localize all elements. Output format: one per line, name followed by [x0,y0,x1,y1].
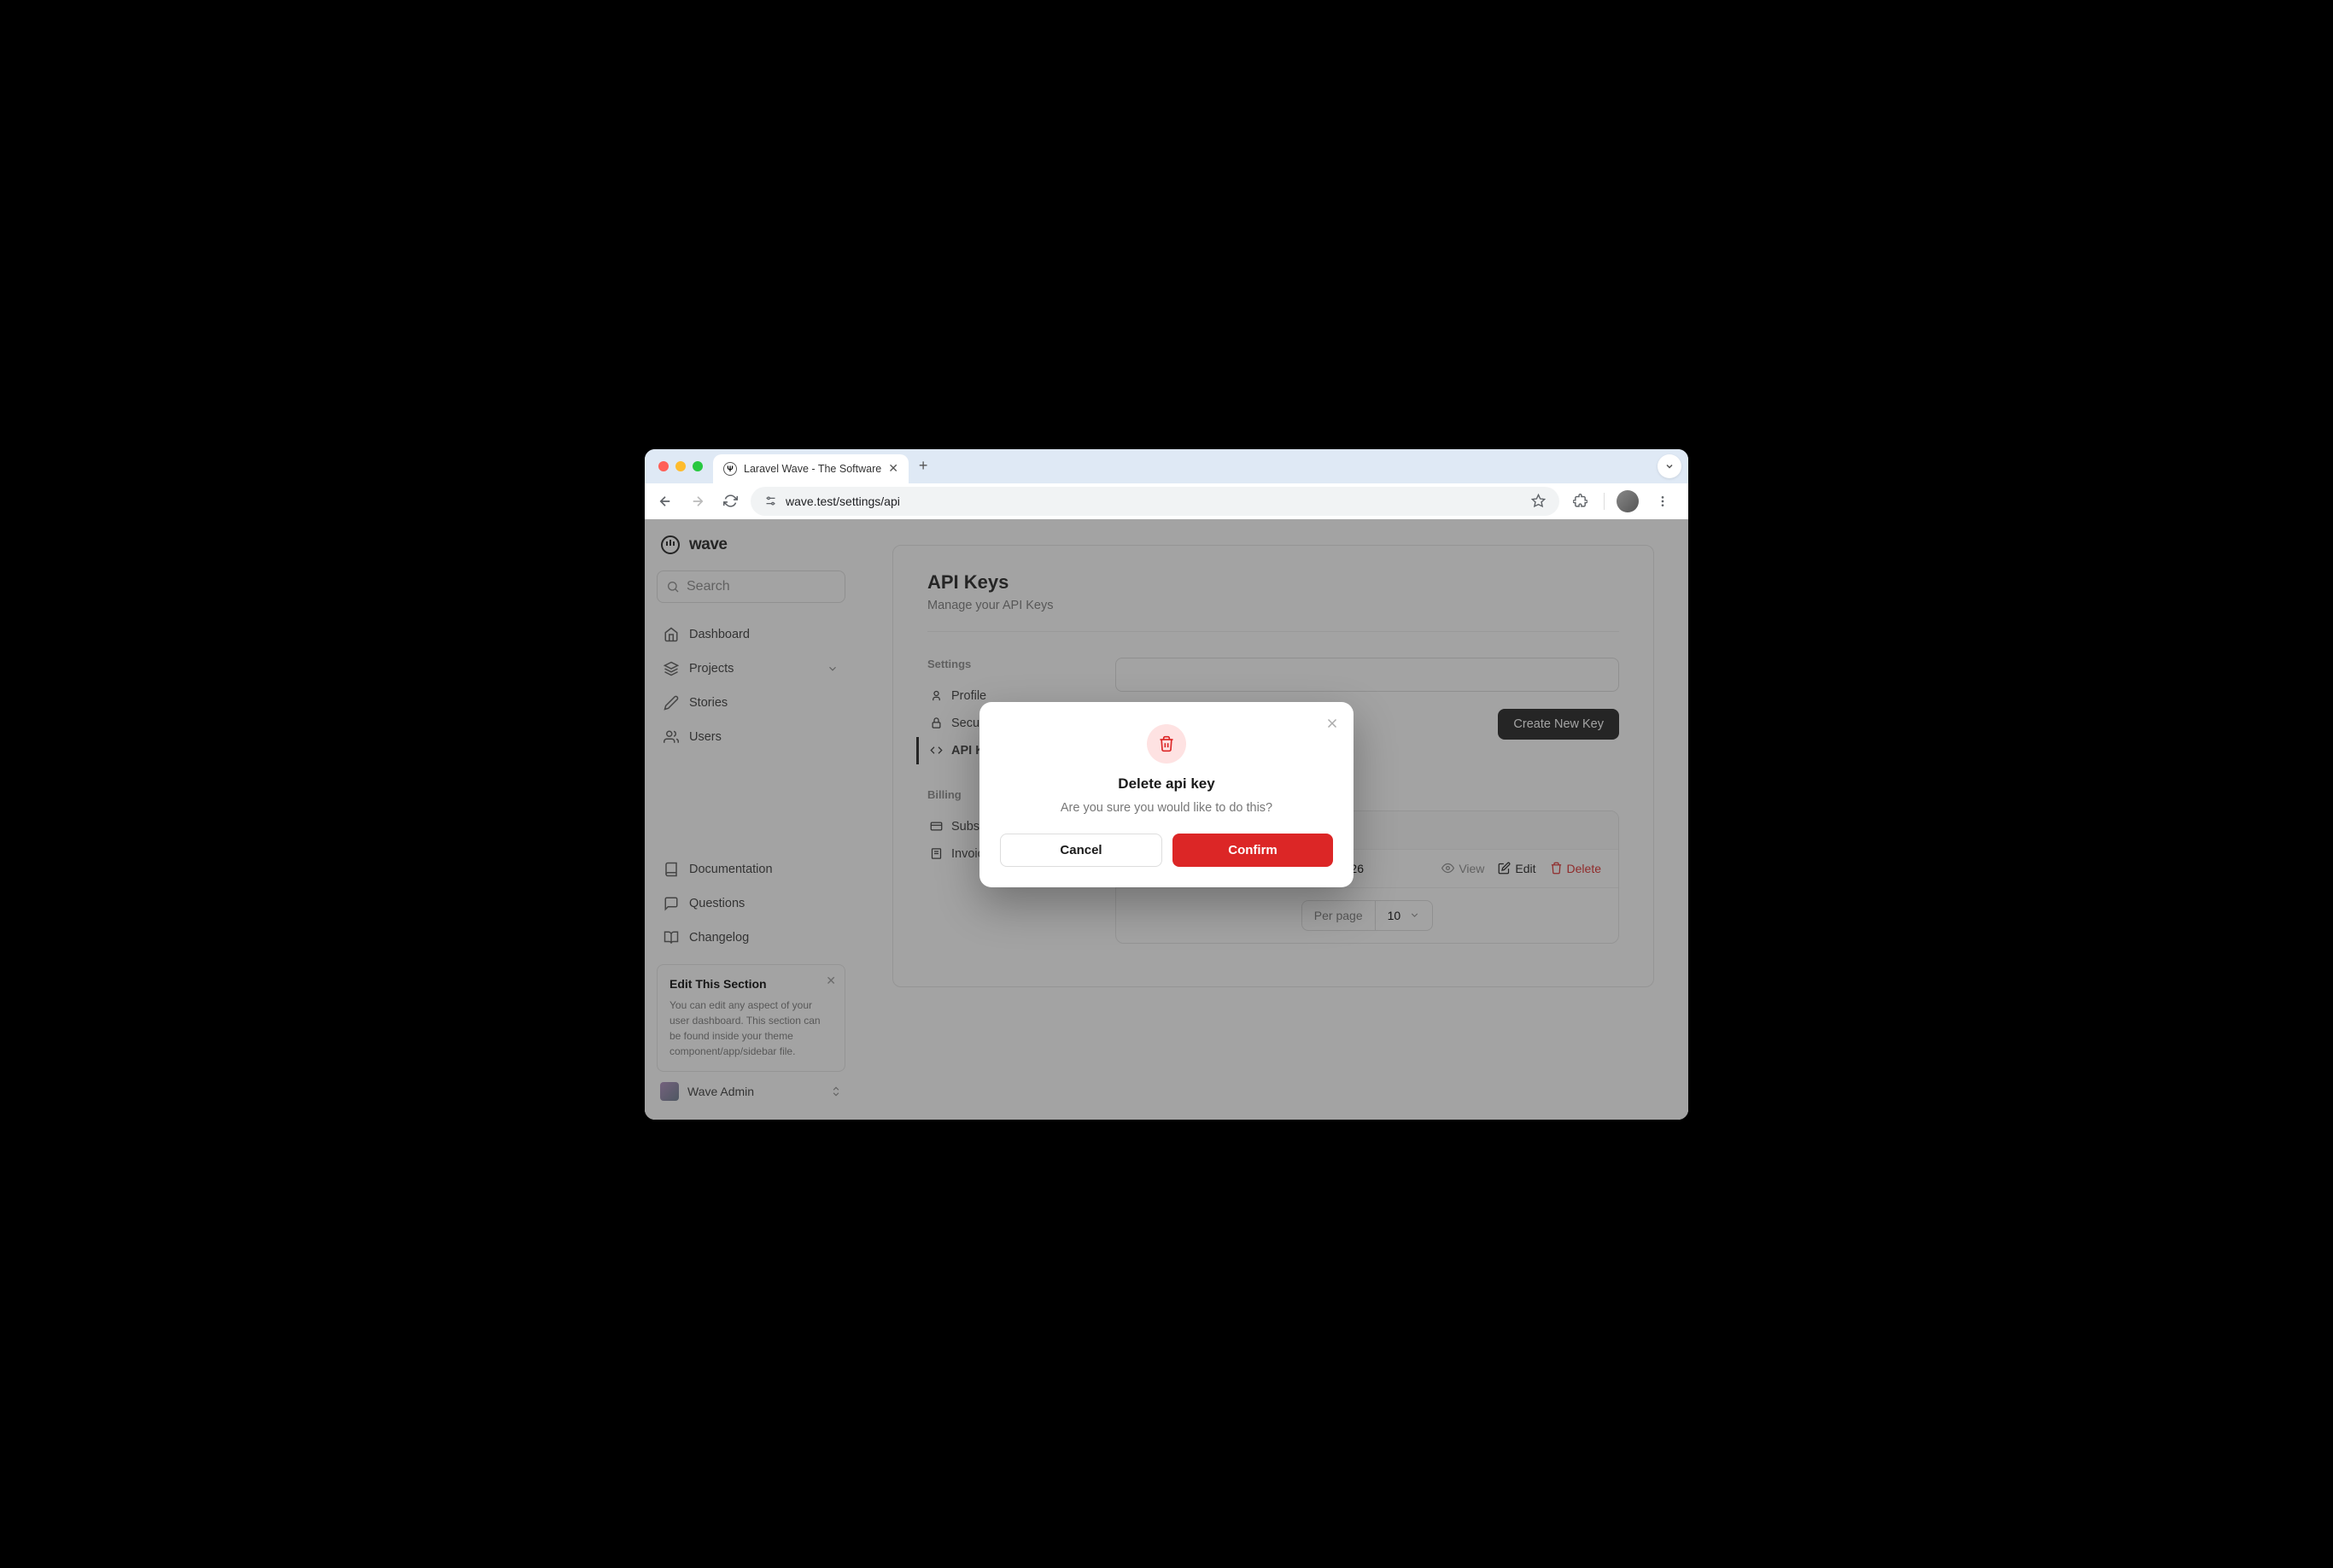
browser-toolbar: wave.test/settings/api [645,483,1688,519]
confirm-modal: Delete api key Are you sure you would li… [979,702,1354,887]
reload-button[interactable] [718,489,742,513]
url-text: wave.test/settings/api [786,494,1523,508]
new-tab-button[interactable]: + [909,457,938,475]
window-controls [652,461,713,471]
modal-title: Delete api key [1000,775,1333,793]
extensions-icon[interactable] [1568,489,1592,513]
profile-avatar[interactable] [1617,490,1639,512]
tab-title: Laravel Wave - The Software [744,463,881,475]
modal-overlay[interactable]: Delete api key Are you sure you would li… [645,519,1688,1120]
minimize-window-icon[interactable] [675,461,686,471]
star-icon[interactable] [1531,494,1546,508]
trash-icon [1158,735,1175,752]
browser-tabbar: Ψ Laravel Wave - The Software ✕ + [645,449,1688,483]
close-icon [1324,716,1340,731]
confirm-button[interactable]: Confirm [1172,834,1333,867]
tab-search-button[interactable] [1658,454,1681,478]
close-tab-icon[interactable]: ✕ [888,461,898,476]
modal-icon [1147,724,1186,764]
favicon-icon: Ψ [723,462,737,476]
back-button[interactable] [653,489,677,513]
browser-tab[interactable]: Ψ Laravel Wave - The Software ✕ [713,454,909,483]
browser-window: Ψ Laravel Wave - The Software ✕ + wave.t… [645,449,1688,1120]
modal-body: Are you sure you would like to do this? [1000,801,1333,815]
modal-close-button[interactable] [1324,716,1340,731]
maximize-window-icon[interactable] [693,461,703,471]
url-bar[interactable]: wave.test/settings/api [751,487,1559,516]
site-settings-icon[interactable] [764,494,777,507]
browser-menu-icon[interactable] [1651,489,1675,513]
close-window-icon[interactable] [658,461,669,471]
forward-button[interactable] [686,489,710,513]
cancel-button[interactable]: Cancel [1000,834,1162,867]
